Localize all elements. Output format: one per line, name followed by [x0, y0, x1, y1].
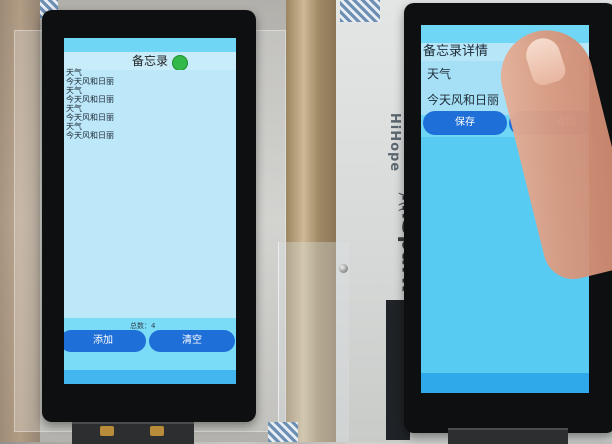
list-item[interactable]: 今天风和日丽 [66, 77, 216, 86]
save-button[interactable]: 保存 [423, 111, 507, 135]
connector [150, 426, 164, 436]
decorative-pattern [340, 0, 380, 22]
list-item[interactable]: 天气 [66, 122, 216, 131]
list-item[interactable]: 天气 [66, 86, 216, 95]
list-item[interactable]: 天气 [66, 68, 216, 77]
circuit-board [72, 422, 194, 444]
list-item[interactable]: 今天风和日丽 [66, 131, 216, 140]
detail-content[interactable]: 今天风和日丽 [427, 91, 499, 108]
detail-title[interactable]: 天气 [427, 65, 451, 82]
add-button[interactable]: 添加 [64, 330, 146, 352]
screen-left: 备忘录 天气 今天风和日丽 天气 今天风和日丽 天气 今天风和日丽 天气 今天风… [64, 38, 236, 384]
decorative-pattern [268, 422, 298, 442]
acrylic-sheet [278, 242, 349, 442]
bottom-strip [64, 370, 236, 384]
list-item[interactable]: 今天风和日丽 [66, 113, 216, 122]
clear-button[interactable]: 清空 [149, 330, 235, 352]
connector [100, 426, 114, 436]
page-title: 备忘录详情 [423, 44, 489, 59]
bottom-strip [421, 373, 589, 393]
memo-list: 天气 今天风和日丽 天气 今天风和日丽 天气 今天风和日丽 天气 今天风和日丽 [66, 68, 216, 140]
screw [339, 264, 348, 273]
list-item[interactable]: 今天风和日丽 [66, 95, 216, 104]
list-item[interactable]: 天气 [66, 104, 216, 113]
board-brand-hihope: HiHope [387, 112, 403, 173]
